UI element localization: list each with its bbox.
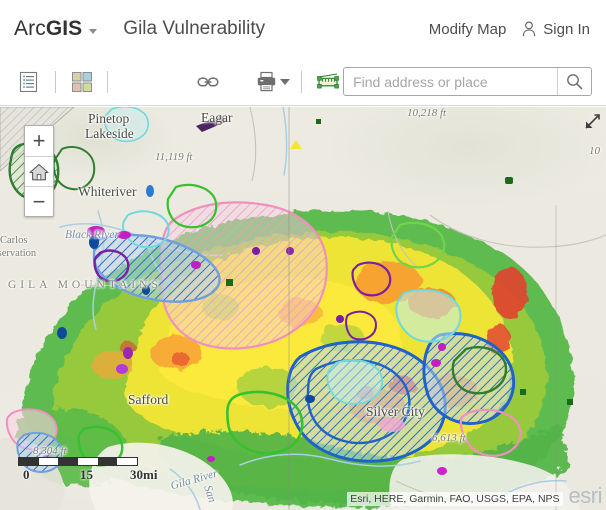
modify-map-button[interactable]: Modify Map <box>429 21 507 38</box>
sign-in-button[interactable]: Sign In <box>522 21 590 38</box>
expand-map-button[interactable] <box>582 112 602 132</box>
measure-ruler-icon <box>317 73 339 91</box>
details-list-icon <box>18 71 39 93</box>
streak-purple <box>196 116 228 132</box>
expand-arrow-icon <box>583 113 601 131</box>
details-button[interactable] <box>14 67 44 97</box>
point-lake-1 <box>89 235 99 249</box>
arcgis-map-viewer: ArcGIS Gila Vulnerability Modify Map Sig… <box>0 0 606 510</box>
basemap-grid-icon <box>71 71 93 93</box>
zoom-out-button[interactable]: − <box>25 186 53 216</box>
search-submit-button[interactable] <box>557 68 591 95</box>
home-button[interactable] <box>25 156 53 186</box>
arcgis-brand-menu[interactable]: ArcGIS <box>14 17 97 41</box>
point-lake-3 <box>142 285 150 295</box>
page-title: Gila Vulnerability <box>123 18 265 40</box>
arcgis-logo-text: ArcGIS <box>14 17 82 41</box>
chevron-down-icon[interactable] <box>89 29 97 34</box>
toolbar-divider-2 <box>107 71 108 93</box>
basemap-gallery-button[interactable] <box>67 67 97 97</box>
toolbar-divider <box>55 71 56 93</box>
map-navigation-controls: + − <box>24 125 54 217</box>
point-lake-2 <box>57 327 67 339</box>
sign-in-label: Sign In <box>543 21 590 38</box>
magnifier-icon <box>566 73 583 90</box>
print-button[interactable] <box>256 71 290 92</box>
user-icon <box>522 21 536 37</box>
caret-down-icon[interactable] <box>280 79 290 85</box>
search-box <box>343 67 592 96</box>
home-icon <box>29 163 49 181</box>
polygon-cyan-filled-2 <box>327 360 382 404</box>
map-canvas[interactable]: Pinetop Lakeside Eagar Whiteriver Saffor… <box>0 107 606 510</box>
zoom-in-button[interactable]: + <box>25 126 53 156</box>
header-actions: Modify Map Sign In <box>429 21 592 38</box>
point-lake-4 <box>146 185 154 197</box>
map-toolbar <box>0 58 606 106</box>
share-button[interactable] <box>193 67 223 97</box>
search-input[interactable] <box>344 68 557 95</box>
printer-icon <box>256 71 277 92</box>
map-layers <box>0 107 606 510</box>
app-header: ArcGIS Gila Vulnerability Modify Map Sig… <box>0 0 606 58</box>
toolbar-divider-3 <box>301 71 302 93</box>
polygon-cyan-outline-top <box>105 107 148 141</box>
polygon-pink-blob <box>379 418 405 432</box>
measure-button[interactable] <box>313 67 343 97</box>
polygon-green-outline-nw <box>54 147 95 189</box>
link-chain-icon <box>197 75 219 89</box>
marker-yellow <box>290 140 302 149</box>
point-lake-5 <box>305 395 315 403</box>
polygon-blue-hatched-sw <box>17 433 62 472</box>
